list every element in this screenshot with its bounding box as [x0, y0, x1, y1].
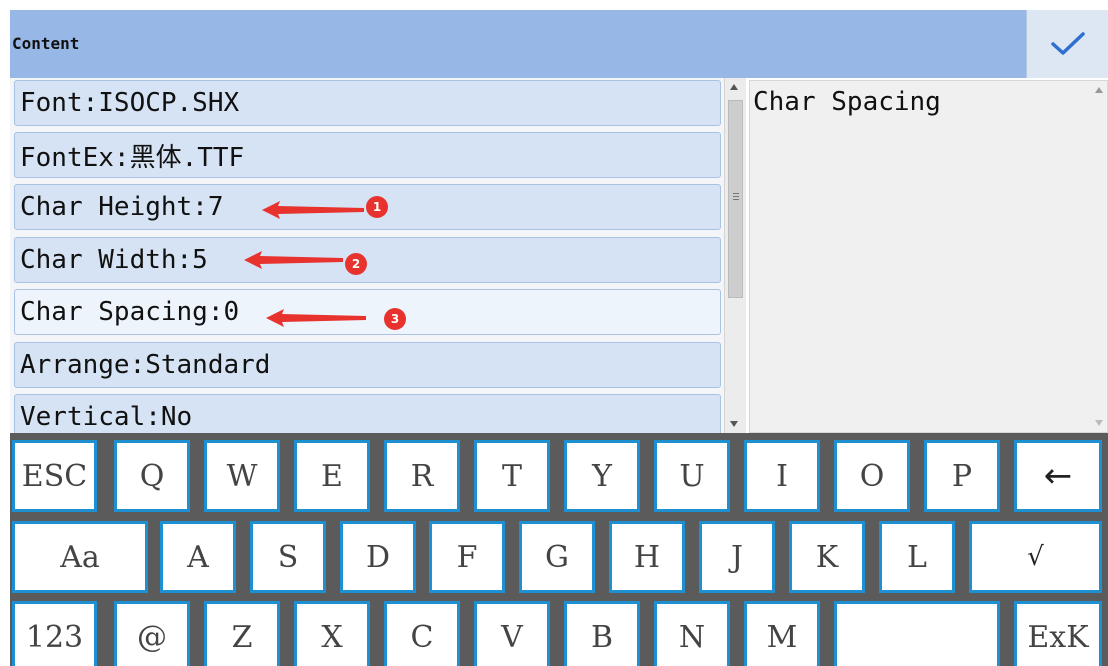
key-q[interactable]: Q	[114, 440, 190, 512]
on-screen-keyboard: ESC Q W E R T Y U I O P ← Aa A S D F G H…	[10, 433, 1108, 666]
key-v[interactable]: V	[474, 601, 550, 666]
key-t[interactable]: T	[474, 440, 550, 512]
property-label: Arrange:Standard	[20, 350, 271, 380]
property-label: Char Height:7	[20, 192, 224, 222]
property-char-width[interactable]: Char Width:5	[14, 237, 721, 283]
key-w[interactable]: W	[204, 440, 280, 512]
key-c[interactable]: C	[384, 601, 460, 666]
header-bar: Content	[10, 10, 1108, 78]
content-editor-window: Content Font:ISOCP.SHX FontEx:黑体.TTF Cha…	[10, 10, 1108, 666]
key-b[interactable]: B	[564, 601, 640, 666]
key-j[interactable]: J	[699, 521, 775, 593]
key-at[interactable]: @	[114, 601, 190, 666]
key-enter[interactable]: √	[969, 521, 1102, 593]
key-case-toggle[interactable]: Aa	[12, 521, 148, 593]
property-label: FontEx:黑体.TTF	[20, 142, 245, 173]
scroll-down-arrow-icon[interactable]	[1095, 420, 1103, 426]
key-z[interactable]: Z	[204, 601, 280, 666]
key-l[interactable]: L	[879, 521, 955, 593]
key-numeric-mode[interactable]: 123	[12, 601, 97, 666]
key-exk[interactable]: ExK	[1014, 601, 1102, 666]
key-y[interactable]: Y	[564, 440, 640, 512]
key-esc[interactable]: ESC	[12, 440, 97, 512]
list-scrollbar[interactable]	[724, 78, 746, 433]
page-title: Content	[12, 34, 80, 53]
description-pane: Char Spacing	[749, 80, 1108, 433]
property-label: Char Spacing:0	[20, 297, 240, 327]
key-space[interactable]	[834, 601, 1000, 666]
property-arrange[interactable]: Arrange:Standard	[14, 342, 721, 388]
key-k[interactable]: K	[789, 521, 865, 593]
key-n[interactable]: N	[654, 601, 730, 666]
key-p[interactable]: P	[924, 440, 1000, 512]
scroll-up-arrow-icon[interactable]	[730, 84, 738, 90]
key-backspace[interactable]: ←	[1014, 440, 1102, 512]
property-char-height[interactable]: Char Height:7	[14, 184, 721, 230]
property-label: Font:ISOCP.SHX	[20, 88, 240, 118]
scroll-up-arrow-icon[interactable]	[1095, 87, 1103, 93]
key-e[interactable]: E	[294, 440, 370, 512]
key-s[interactable]: S	[250, 521, 326, 593]
key-h[interactable]: H	[609, 521, 685, 593]
key-o[interactable]: O	[834, 440, 910, 512]
checkmark-icon	[1050, 32, 1085, 55]
description-text: Char Spacing	[753, 87, 941, 117]
key-r[interactable]: R	[384, 440, 460, 512]
key-d[interactable]: D	[340, 521, 416, 593]
key-x[interactable]: X	[294, 601, 370, 666]
property-font[interactable]: Font:ISOCP.SHX	[14, 80, 721, 126]
property-list: Font:ISOCP.SHX FontEx:黑体.TTF Char Height…	[10, 78, 724, 433]
grip-icon	[733, 193, 739, 194]
property-vertical[interactable]: Vertical:No	[14, 394, 721, 433]
key-i[interactable]: I	[744, 440, 820, 512]
property-label: Vertical:No	[20, 402, 193, 432]
property-label: Char Width:5	[20, 245, 208, 275]
scroll-down-arrow-icon[interactable]	[730, 421, 738, 427]
key-f[interactable]: F	[429, 521, 505, 593]
property-fontex[interactable]: FontEx:黑体.TTF	[14, 132, 721, 178]
scrollbar-thumb[interactable]	[728, 100, 743, 298]
key-g[interactable]: G	[519, 521, 595, 593]
key-u[interactable]: U	[654, 440, 730, 512]
confirm-button[interactable]	[1026, 10, 1108, 78]
key-m[interactable]: M	[744, 601, 820, 666]
property-char-spacing[interactable]: Char Spacing:0	[14, 289, 721, 335]
key-a[interactable]: A	[160, 521, 236, 593]
